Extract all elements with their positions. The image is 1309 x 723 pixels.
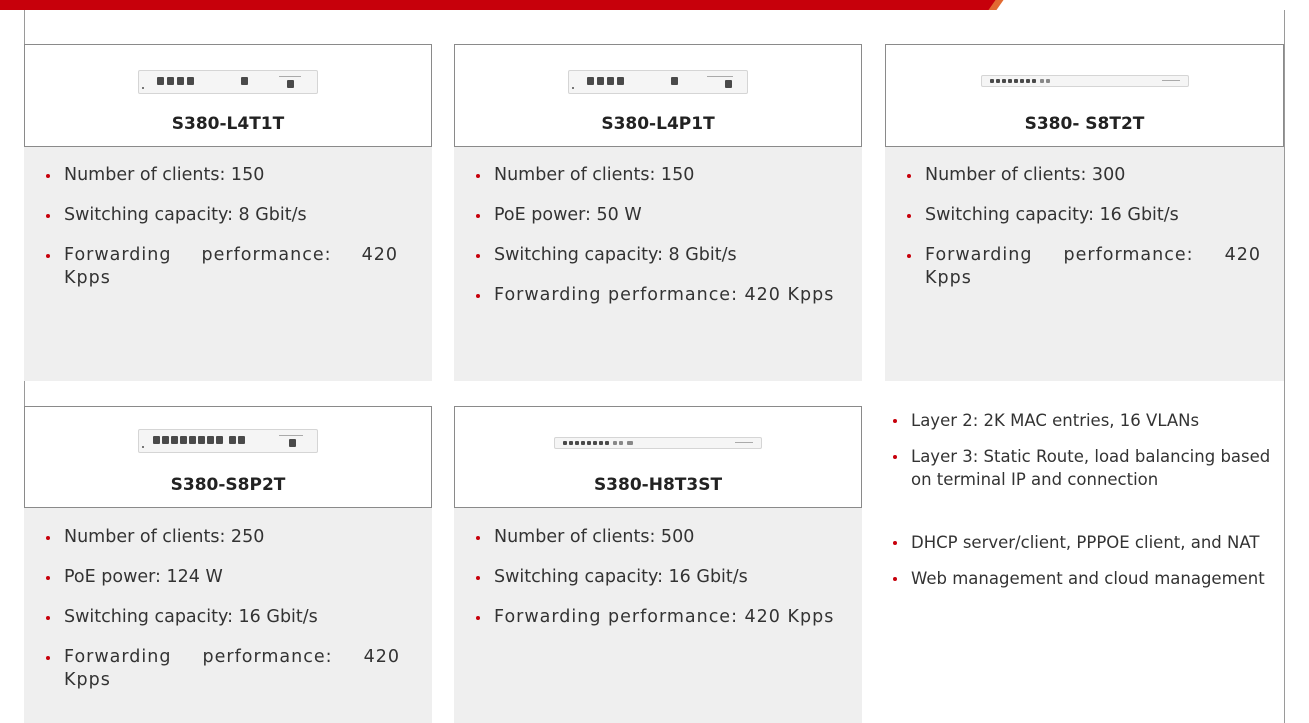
card-header: S380-L4T1T: [24, 44, 432, 147]
spec-list: Number of clients: 500 Switching capacit…: [468, 526, 848, 646]
product-card-s380-s8p2t: S380-S8P2T Number of clients: 250 PoE po…: [24, 406, 432, 723]
spec-item: Number of clients: 250: [38, 526, 400, 549]
feature-item: Web management and cloud management: [885, 567, 1280, 590]
spec-item: Forwarding performance: 420 Kpps: [468, 284, 848, 307]
feature-list: Layer 2: 2K MAC entries, 16 VLANs Layer …: [885, 409, 1280, 603]
model-name: S380-L4P1T: [601, 114, 715, 134]
spec-list: Number of clients: 150 Switching capacit…: [38, 164, 398, 307]
feature-item: DHCP server/client, PPPOE client, and NA…: [885, 531, 1280, 554]
spec-item: Forwarding performance: 420 Kpps: [468, 606, 848, 629]
product-card-s380-s8t2t: S380- S8T2T Number of clients: 300 Switc…: [885, 44, 1284, 381]
model-name: S380- S8T2T: [1024, 114, 1145, 134]
spec-item: Forwarding performance: 420 Kpps: [38, 244, 398, 290]
card-header: S380-H8T3ST: [454, 406, 862, 508]
card-header: S380-L4P1T: [454, 44, 862, 147]
model-name: S380-S8P2T: [170, 475, 286, 495]
product-card-s380-l4p1t: S380-L4P1T Number of clients: 150 PoE po…: [454, 44, 862, 381]
spec-item: Number of clients: 500: [468, 526, 848, 549]
switch-device-image: [138, 429, 318, 453]
card-header: S380- S8T2T: [885, 44, 1284, 147]
spec-item: PoE power: 50 W: [468, 204, 848, 227]
switch-device-image: [554, 437, 762, 449]
spec-list: Number of clients: 250 PoE power: 124 W …: [38, 526, 400, 692]
product-card-s380-l4t1t: S380-L4T1T Number of clients: 150 Switch…: [24, 44, 432, 381]
spec-item: Switching capacity: 16 Gbit/s: [899, 204, 1261, 227]
switch-device-image: [980, 75, 1189, 87]
switch-device-image: [138, 70, 318, 94]
feature-item: Layer 3: Static Route, load balancing ba…: [885, 445, 1280, 491]
spec-item: Forwarding performance: 420 Kpps: [899, 244, 1261, 290]
spec-list: Number of clients: 300 Switching capacit…: [899, 164, 1261, 307]
spec-item: Number of clients: 150: [38, 164, 398, 187]
feature-item: Layer 2: 2K MAC entries, 16 VLANs: [885, 409, 1280, 432]
spec-list: Number of clients: 150 PoE power: 50 W S…: [468, 164, 848, 324]
model-name: S380-H8T3ST: [593, 475, 723, 495]
spec-item: Switching capacity: 8 Gbit/s: [468, 244, 848, 267]
frame-right-line: [1284, 10, 1285, 723]
spec-item: Number of clients: 300: [899, 164, 1261, 187]
model-name: S380-L4T1T: [171, 114, 285, 134]
spec-item: PoE power: 124 W: [38, 566, 400, 589]
switch-device-image: [568, 70, 748, 94]
spec-item: Number of clients: 150: [468, 164, 848, 187]
spec-item: Switching capacity: 16 Gbit/s: [38, 606, 400, 629]
spec-item: Forwarding performance: 420 Kpps: [38, 646, 400, 692]
spec-item: Switching capacity: 16 Gbit/s: [468, 566, 848, 589]
card-header: S380-S8P2T: [24, 406, 432, 508]
product-card-s380-h8t3st: S380-H8T3ST Number of clients: 500 Switc…: [454, 406, 862, 723]
spec-item: Switching capacity: 8 Gbit/s: [38, 204, 398, 227]
banner-tab: [1004, 0, 1309, 10]
